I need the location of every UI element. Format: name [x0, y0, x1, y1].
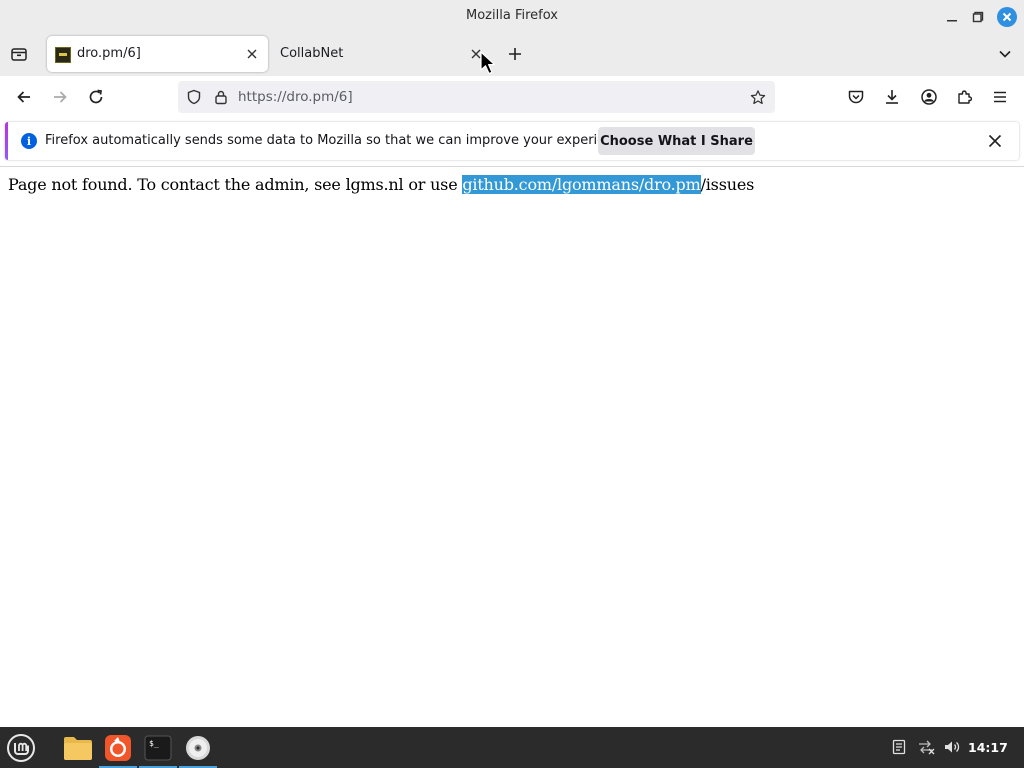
- downloads-button[interactable]: [880, 85, 904, 109]
- page-body-text: Page not found. To contact the admin, se…: [8, 175, 754, 194]
- page-text-before: Page not found. To contact the admin, se…: [8, 175, 463, 194]
- files-icon: [64, 736, 92, 760]
- firefox-launcher[interactable]: [99, 727, 137, 768]
- back-button[interactable]: [12, 85, 36, 109]
- selected-text[interactable]: github.com/lgommans/dro.pm: [462, 175, 701, 194]
- maximize-button[interactable]: [967, 6, 989, 28]
- tab-collabnet[interactable]: CollabNet: [270, 36, 492, 72]
- arrow-right-icon: [54, 91, 67, 103]
- notification-accent: [5, 122, 8, 160]
- data-reporting-notification: i Firefox automatically sends some data …: [5, 122, 1019, 160]
- hamburger-menu-icon: [994, 91, 1006, 103]
- account-icon: [921, 89, 937, 105]
- close-tab-button[interactable]: [244, 46, 260, 62]
- disc-icon: [186, 735, 210, 760]
- chevron-down-icon: [999, 50, 1011, 58]
- volume-tray-button[interactable]: [942, 737, 962, 757]
- notes-tray-button[interactable]: [889, 737, 909, 757]
- terminal-launcher[interactable]: $_: [139, 727, 177, 768]
- minimize-icon: [947, 20, 957, 22]
- restore-icon: [972, 11, 984, 23]
- close-window-button[interactable]: [996, 6, 1018, 28]
- site-favicon-icon: [55, 47, 71, 63]
- close-icon: [247, 49, 257, 59]
- account-button[interactable]: [917, 85, 941, 109]
- reload-icon: [89, 89, 103, 104]
- menu-icon: [7, 733, 35, 762]
- content-divider: [0, 166, 1024, 167]
- title-bar: Mozilla Firefox: [0, 0, 1024, 33]
- close-icon: [1002, 12, 1012, 22]
- tracking-protection-shield-icon[interactable]: [186, 89, 202, 105]
- extensions-button[interactable]: [953, 85, 977, 109]
- address-input[interactable]: [238, 87, 738, 107]
- notes-icon: [892, 739, 906, 755]
- pocket-icon: [848, 90, 864, 104]
- list-all-tabs-button[interactable]: [994, 43, 1016, 65]
- app-menu-button[interactable]: [988, 85, 1012, 109]
- bookmark-star-icon[interactable]: [750, 89, 766, 105]
- volume-icon: [945, 741, 960, 753]
- mouse-pointer-icon: [480, 51, 496, 75]
- terminal-icon: $_: [144, 735, 172, 760]
- lock-icon[interactable]: [213, 89, 229, 105]
- tab-strip: dro.pm/6] CollabNet: [0, 33, 1024, 76]
- disc-launcher[interactable]: [179, 727, 217, 768]
- taskbar: $_ 14:17: [0, 727, 1024, 768]
- forward-button[interactable]: [48, 85, 72, 109]
- tab-label: dro.pm/6]: [77, 46, 141, 61]
- firefox-view-button[interactable]: [8, 43, 30, 65]
- minimize-button[interactable]: [941, 6, 963, 28]
- files-launcher[interactable]: [58, 727, 98, 768]
- tab-dro-pm[interactable]: dro.pm/6]: [47, 36, 268, 72]
- clock[interactable]: 14:17: [968, 740, 1008, 755]
- arrow-left-icon: [17, 91, 30, 103]
- firefox-view-icon: [11, 48, 27, 61]
- network-disconnected-icon: [919, 740, 935, 755]
- puzzle-icon: [958, 90, 973, 104]
- window-title: Mozilla Firefox: [466, 8, 558, 23]
- close-notification-button[interactable]: [985, 131, 1005, 151]
- svg-text:$_: $_: [149, 739, 159, 748]
- start-menu-button[interactable]: [0, 727, 42, 768]
- page-text-after: /issues: [700, 175, 755, 194]
- plus-icon: [509, 48, 521, 60]
- notification-text: Firefox automatically sends some data to…: [45, 133, 633, 148]
- reload-button[interactable]: [84, 85, 108, 109]
- download-icon: [886, 90, 898, 104]
- info-icon: i: [21, 133, 37, 149]
- new-tab-button[interactable]: [504, 43, 526, 65]
- network-tray-button[interactable]: [916, 737, 936, 757]
- pocket-button[interactable]: [844, 85, 868, 109]
- choose-what-i-share-button[interactable]: Choose What I Share: [598, 127, 755, 155]
- firefox-icon: [105, 734, 131, 761]
- url-bar[interactable]: [178, 81, 775, 113]
- close-icon: [988, 134, 1002, 148]
- navigation-bar: [0, 76, 1024, 118]
- tab-label: CollabNet: [280, 46, 344, 61]
